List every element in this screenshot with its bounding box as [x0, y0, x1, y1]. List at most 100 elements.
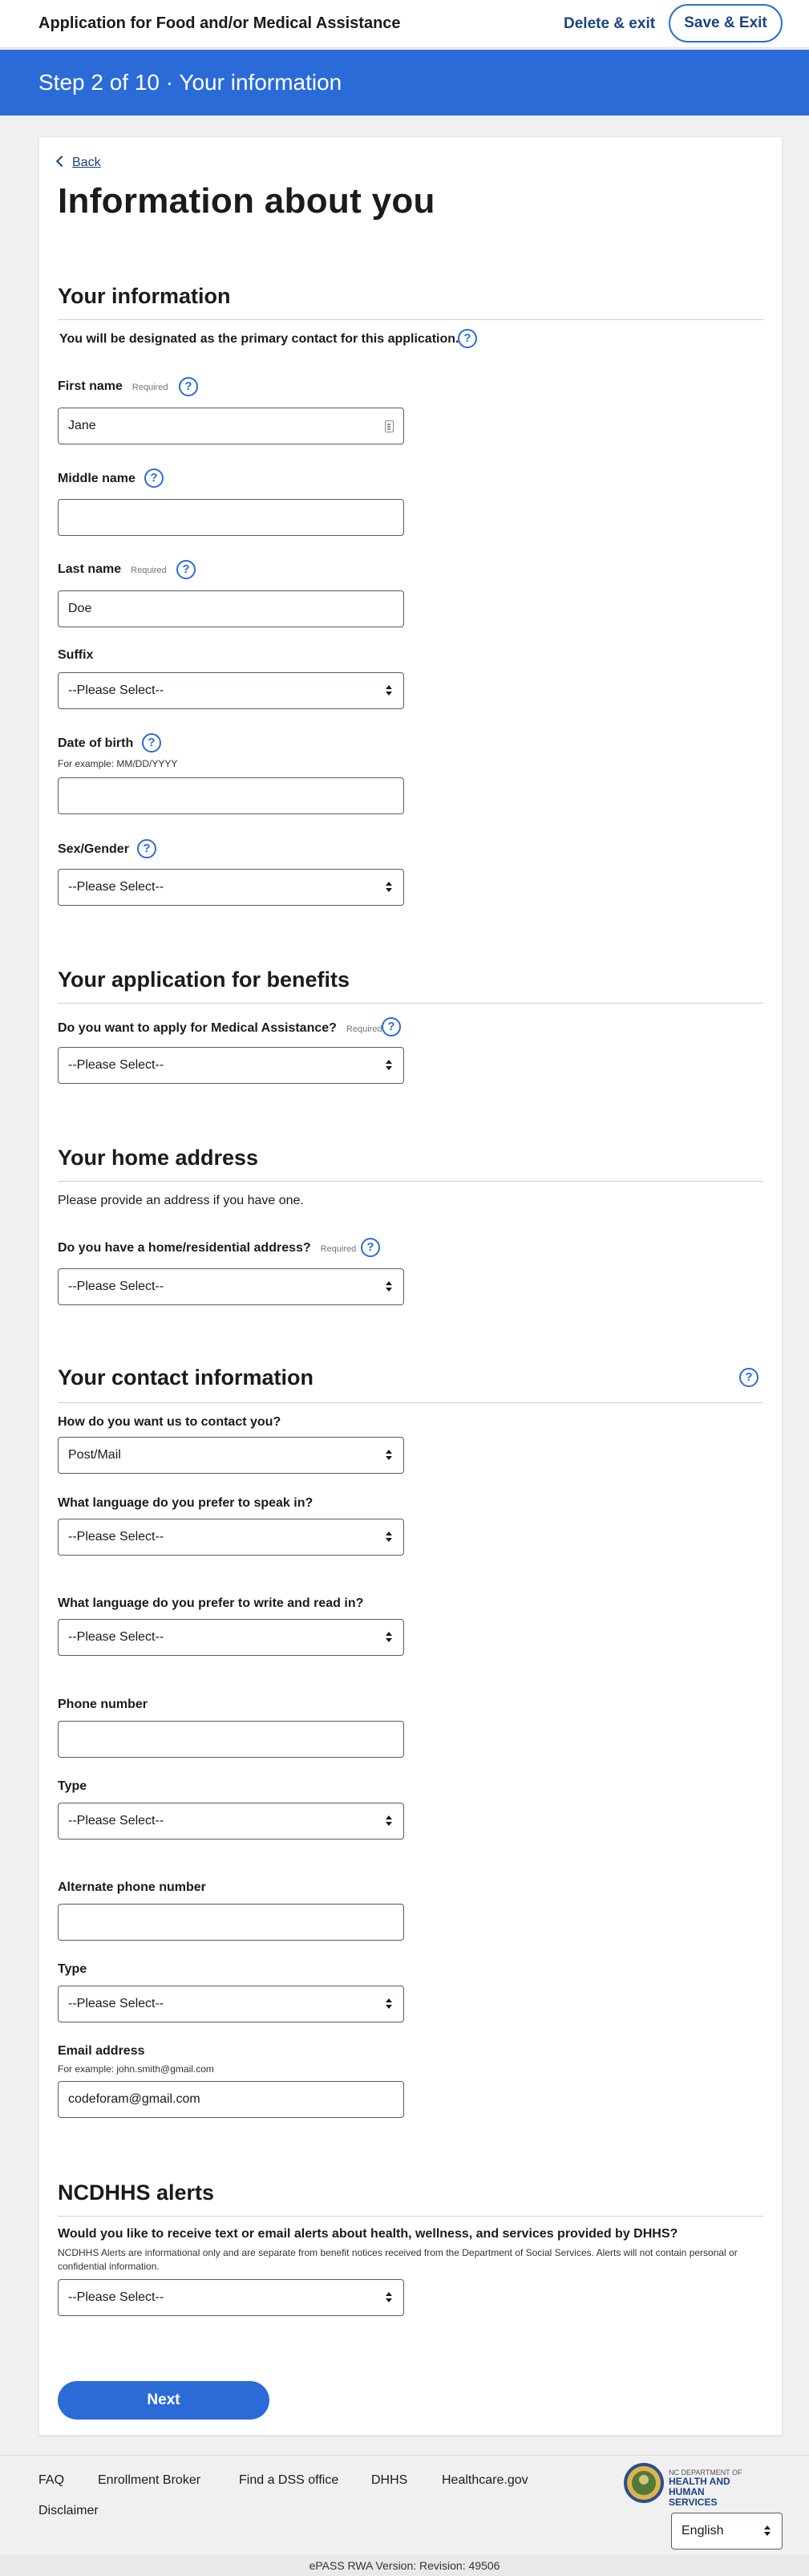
select-arrows-icon	[386, 1998, 392, 2010]
alerts-select[interactable]: --Please Select--	[58, 2279, 404, 2316]
section-divider	[58, 1402, 763, 1403]
residential-address-selected-value: --Please Select--	[68, 1280, 164, 1293]
back-link[interactable]: Back	[55, 155, 101, 170]
alt-phone-label: Alternate phone number	[58, 1880, 206, 1894]
email-label: Email address	[58, 2044, 145, 2058]
speak-language-label: What language do you prefer to speak in?	[58, 1496, 313, 1510]
suffix-select[interactable]: --Please Select--	[58, 672, 404, 709]
help-icon[interactable]: ?	[137, 839, 156, 858]
alerts-selected-value: --Please Select--	[68, 2290, 164, 2304]
section-heading-benefits: Your application for benefits	[58, 968, 350, 992]
required-tag: Required	[320, 1244, 357, 1254]
first-name-label: First name Required	[58, 379, 168, 394]
phone-type-select[interactable]: --Please Select--	[58, 1803, 404, 1840]
revision-info: ePASS RWA Version: Revision: 49506	[0, 2555, 809, 2576]
select-arrows-icon	[386, 1531, 392, 1543]
email-input[interactable]: codeforam@gmail.com	[58, 2081, 404, 2118]
footer-link-find-dss-office[interactable]: Find a DSS office	[239, 2473, 338, 2488]
section-heading-your-information: Your information	[58, 284, 231, 308]
dob-label: Date of birth	[58, 736, 134, 750]
phone-input[interactable]	[58, 1721, 404, 1758]
footer-link-disclaimer[interactable]: Disclaimer	[38, 2504, 99, 2518]
nc-seal-icon	[624, 2463, 664, 2503]
medical-assistance-label: Do you want to apply for Medical Assista…	[58, 1021, 382, 1036]
step-indicator: Step 2 of 10 · Your information	[38, 70, 342, 95]
middle-name-input[interactable]	[58, 499, 404, 536]
help-icon[interactable]: ?	[142, 733, 161, 753]
alerts-disclaimer: NCDHHS Alerts are informational only and…	[58, 2247, 738, 2272]
write-language-label: What language do you prefer to write and…	[58, 1596, 364, 1610]
first-name-label-text: First name	[58, 379, 123, 393]
footer-link-faq[interactable]: FAQ	[38, 2473, 64, 2488]
write-language-select[interactable]: --Please Select--	[58, 1619, 404, 1656]
alt-phone-type-selected-value: --Please Select--	[68, 1997, 164, 2010]
residential-address-label: Do you have a home/residential address? R…	[58, 1241, 356, 1256]
contact-method-selected-value: Post/Mail	[68, 1448, 121, 1462]
last-name-label-text: Last name	[58, 562, 122, 576]
medical-assistance-selected-value: --Please Select--	[68, 1058, 164, 1072]
section-divider	[58, 1181, 763, 1182]
page-title: Information about you	[58, 181, 435, 221]
select-arrows-icon	[386, 882, 392, 893]
contact-method-label: How do you want us to contact you?	[58, 1415, 281, 1429]
last-name-input[interactable]: Doe	[58, 590, 404, 627]
section-heading-home-address: Your home address	[58, 1146, 259, 1170]
top-header: Application for Food and/or Medical Assi…	[0, 0, 809, 48]
sex-gender-selected-value: --Please Select--	[68, 880, 164, 894]
select-arrows-icon	[386, 1632, 392, 1643]
select-arrows-icon	[386, 1450, 392, 1461]
medical-assistance-select[interactable]: --Please Select--	[58, 1047, 404, 1084]
suffix-selected-value: --Please Select--	[68, 684, 164, 697]
select-arrows-icon	[386, 1815, 392, 1827]
select-arrows-icon	[386, 1060, 392, 1071]
dob-input[interactable]	[58, 777, 404, 814]
contact-method-select[interactable]: Post/Mail	[58, 1437, 404, 1474]
section-divider	[58, 1003, 763, 1004]
help-icon[interactable]: ?	[739, 1368, 758, 1387]
help-icon[interactable]: ?	[176, 560, 196, 579]
logo-text-line-3: HUMAN SERVICES	[669, 2486, 718, 2508]
contact-card-icon	[385, 420, 394, 432]
delete-exit-link[interactable]: Delete & exit	[564, 15, 655, 33]
speak-language-select[interactable]: --Please Select--	[58, 1519, 404, 1556]
next-button[interactable]: Next	[58, 2381, 269, 2420]
sex-gender-select[interactable]: --Please Select--	[58, 869, 404, 906]
alt-phone-type-label: Type	[58, 1962, 87, 1976]
language-select[interactable]: English	[671, 2513, 783, 2550]
select-arrows-icon	[764, 2525, 771, 2537]
write-language-selected-value: --Please Select--	[68, 1630, 164, 1644]
back-link-label: Back	[72, 156, 101, 169]
sex-gender-label: Sex/Gender	[58, 842, 129, 856]
footer-link-healthcare-gov[interactable]: Healthcare.gov	[442, 2473, 528, 2488]
last-name-value: Doe	[68, 602, 92, 615]
residential-address-select[interactable]: --Please Select--	[58, 1268, 404, 1305]
save-exit-button[interactable]: Save & Exit	[669, 4, 783, 43]
help-icon[interactable]: ?	[144, 469, 164, 488]
step-banner: Step 2 of 10 · Your information	[0, 50, 809, 116]
first-name-value: Jane	[68, 419, 96, 432]
required-tag: Required	[131, 566, 167, 575]
help-icon[interactable]: ?	[458, 329, 477, 348]
select-arrows-icon	[386, 2292, 392, 2303]
help-icon[interactable]: ?	[179, 377, 198, 396]
alt-phone-input[interactable]	[58, 1904, 404, 1941]
dob-hint: For example: MM/DD/YYYY	[58, 758, 178, 769]
alerts-question: Would you like to receive text or email …	[58, 2227, 678, 2241]
phone-type-label: Type	[58, 1779, 87, 1793]
section-heading-contact: Your contact information	[58, 1365, 314, 1389]
footer-link-enrollment-broker[interactable]: Enrollment Broker	[98, 2473, 200, 2488]
footer-link-dhhs[interactable]: DHHS	[371, 2473, 407, 2488]
suffix-label: Suffix	[58, 648, 94, 662]
medical-assistance-label-text: Do you want to apply for Medical Assista…	[58, 1021, 337, 1035]
primary-contact-note: You will be designated as the primary co…	[59, 332, 459, 346]
help-icon[interactable]: ?	[382, 1017, 401, 1036]
section-heading-alerts: NCDHHS alerts	[58, 2180, 215, 2205]
alt-phone-type-select[interactable]: --Please Select--	[58, 1986, 404, 2022]
home-address-note: Please provide an address if you have on…	[58, 1194, 304, 1207]
help-icon[interactable]: ?	[361, 1238, 380, 1257]
ncdhhs-logo: NC DEPARTMENT OF HEALTH AND HUMAN SERVIC…	[623, 2462, 751, 2508]
section-divider	[58, 319, 763, 320]
phone-type-selected-value: --Please Select--	[68, 1814, 164, 1828]
first-name-input[interactable]: Jane	[58, 408, 404, 444]
speak-language-selected-value: --Please Select--	[68, 1530, 164, 1544]
